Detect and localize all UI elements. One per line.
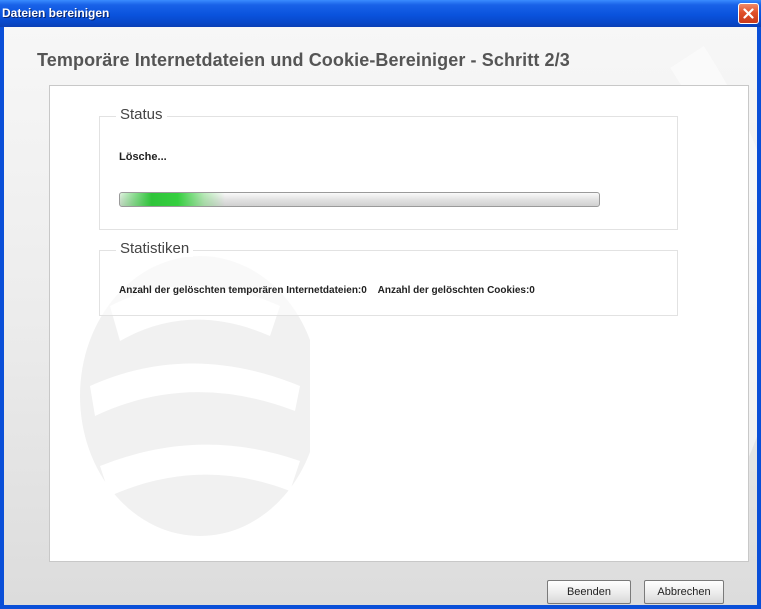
wizard-heading: Temporäre Internetdateien und Cookie-Ber… bbox=[37, 50, 570, 70]
title-bar[interactable]: Dateien bereinigen bbox=[0, 0, 761, 27]
statistics-text: Anzahl der gelöschten temporären Interne… bbox=[119, 285, 535, 296]
close-button[interactable] bbox=[738, 3, 759, 24]
cancel-button[interactable]: Abbrechen bbox=[644, 580, 724, 604]
dialog-body: Temporäre Internetdateien und Cookie-Ber… bbox=[4, 27, 757, 605]
deleted-temp-files-count: Anzahl der gelöschten temporären Interne… bbox=[119, 285, 367, 296]
status-group: Status Lösche... bbox=[99, 106, 678, 230]
progress-fill bbox=[120, 193, 226, 206]
finish-button[interactable]: Beenden bbox=[547, 580, 631, 604]
statistics-group: Statistiken Anzahl der gelöschten tempor… bbox=[99, 240, 678, 316]
status-message: Lösche... bbox=[119, 151, 167, 163]
content-panel: Status Lösche... Statistiken Anzahl der … bbox=[49, 85, 749, 562]
statistics-legend: Statistiken bbox=[116, 240, 194, 257]
deleted-cookies-count: Anzahl der gelöschten Cookies:0 bbox=[377, 285, 535, 296]
close-icon bbox=[743, 8, 754, 19]
dialog-window: Dateien bereinigen Temporäre Internetdat… bbox=[0, 0, 761, 609]
progress-bar bbox=[119, 192, 600, 207]
window-title: Dateien bereinigen bbox=[2, 6, 110, 20]
status-legend: Status bbox=[116, 106, 167, 123]
